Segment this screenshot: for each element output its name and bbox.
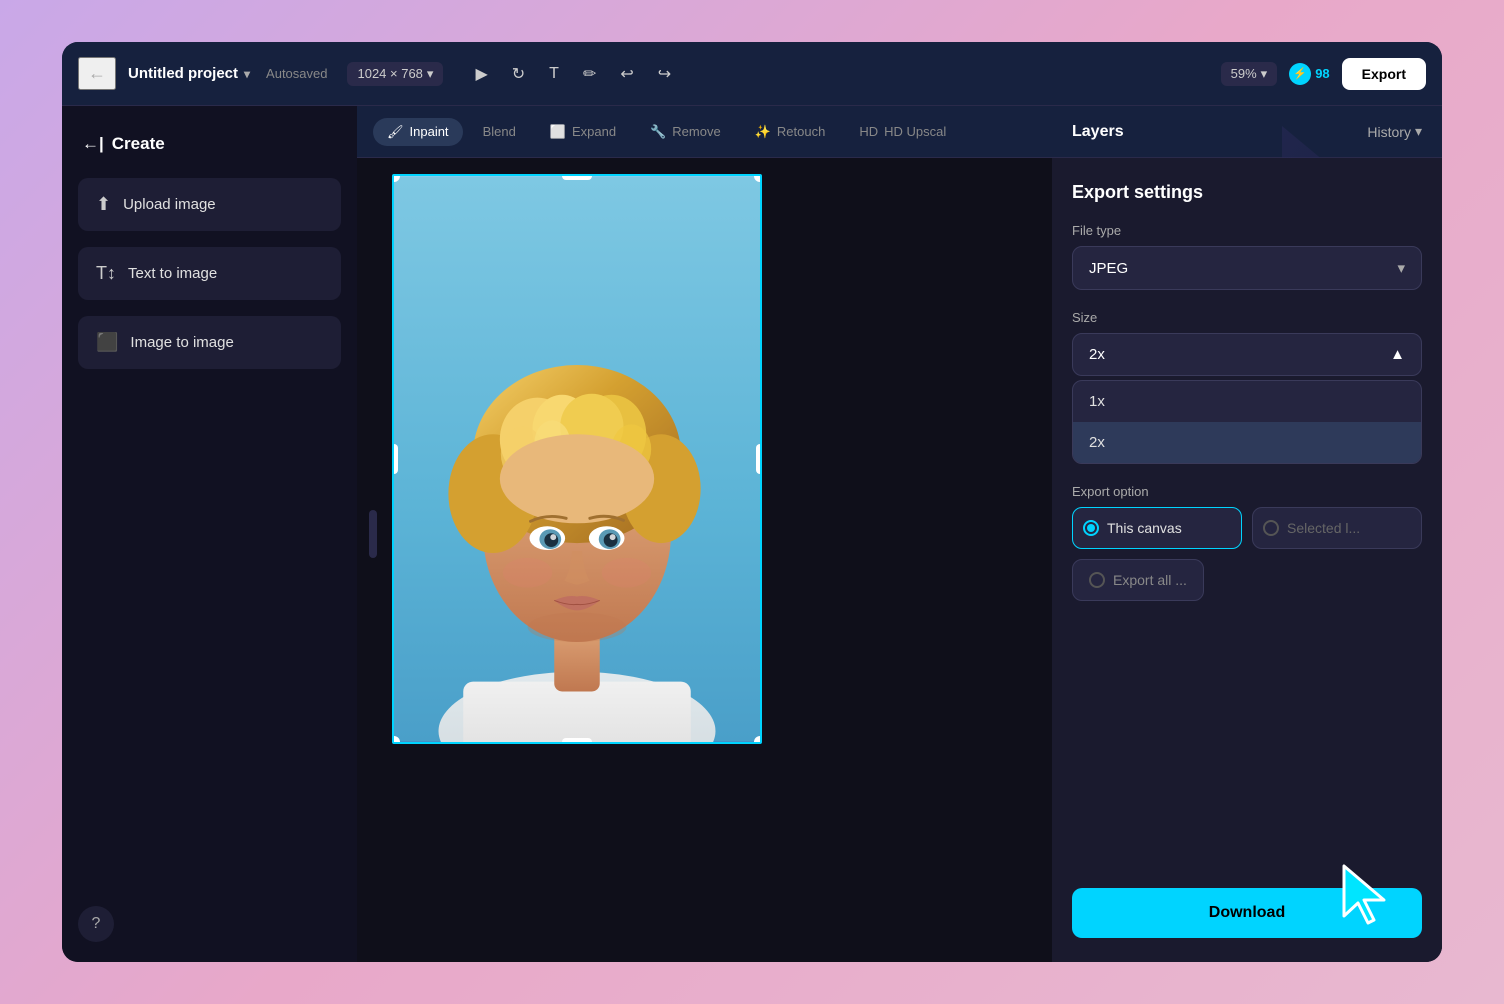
project-chevron-icon: ▾ bbox=[244, 67, 250, 81]
credits-display: ⚡ 98 bbox=[1289, 63, 1329, 85]
image-to-image-icon: ⬛ bbox=[96, 332, 118, 353]
size-label: Size bbox=[1072, 310, 1422, 325]
export-option-field: Export option This canvas Selected l... bbox=[1072, 484, 1422, 601]
dimensions-selector[interactable]: 1024 × 768 ▾ bbox=[347, 62, 443, 86]
this-canvas-radio bbox=[1083, 520, 1099, 536]
pen-tool-button[interactable]: ✏ bbox=[575, 58, 604, 90]
help-icon: ? bbox=[92, 915, 101, 933]
file-type-field: File type JPEG ▾ bbox=[1072, 223, 1422, 290]
download-button[interactable]: Download bbox=[1072, 888, 1422, 938]
toolbar-strip: 🖌 Inpaint Blend ⬜ Expand 🔧 Remove ✨ Reto… bbox=[357, 106, 1052, 158]
size-chevron-icon: ▲ bbox=[1390, 346, 1405, 363]
back-button[interactable]: ← bbox=[78, 57, 116, 90]
app-window: ← Untitled project ▾ Autosaved 1024 × 76… bbox=[62, 42, 1442, 962]
export-panel: Export settings File type JPEG ▾ Size 2x… bbox=[1052, 158, 1442, 962]
help-button[interactable]: ? bbox=[78, 906, 114, 942]
export-options-group: This canvas Selected l... bbox=[1072, 507, 1422, 549]
sidebar-title: ←| Create bbox=[78, 126, 341, 162]
handle-right-center[interactable] bbox=[756, 444, 762, 474]
tab-remove[interactable]: 🔧 Remove bbox=[636, 118, 735, 146]
size-option-2x[interactable]: 2x bbox=[1073, 422, 1421, 463]
portrait-svg bbox=[394, 176, 760, 742]
remove-icon: 🔧 bbox=[650, 124, 666, 140]
file-type-select[interactable]: JPEG ▾ bbox=[1072, 246, 1422, 290]
file-type-label: File type bbox=[1072, 223, 1422, 238]
this-canvas-option[interactable]: This canvas bbox=[1072, 507, 1242, 549]
credits-icon: ⚡ bbox=[1289, 63, 1311, 85]
export-option-label: Export option bbox=[1072, 484, 1422, 499]
rotate-tool-button[interactable]: ↻ bbox=[504, 58, 533, 90]
handle-top-center[interactable] bbox=[562, 174, 592, 180]
create-back-icon: ←| bbox=[82, 134, 104, 154]
tool-buttons: ▶ ↻ T ✏ ↩ ↪ bbox=[467, 58, 679, 90]
size-option-1x[interactable]: 1x bbox=[1073, 381, 1421, 422]
upload-icon: ⬆ bbox=[96, 194, 111, 215]
layers-title: Layers bbox=[1072, 123, 1124, 141]
expand-icon: ⬜ bbox=[550, 124, 566, 140]
export-button[interactable]: Export bbox=[1342, 58, 1426, 90]
inpaint-icon: 🖌 bbox=[387, 124, 404, 140]
header: ← Untitled project ▾ Autosaved 1024 × 76… bbox=[62, 42, 1442, 106]
dimensions-chevron-icon: ▾ bbox=[427, 66, 434, 82]
history-button[interactable]: History ▾ bbox=[1367, 123, 1422, 140]
tab-inpaint[interactable]: 🖌 Inpaint bbox=[373, 118, 463, 146]
retouch-icon: ✨ bbox=[755, 124, 771, 140]
tab-blend[interactable]: Blend bbox=[469, 118, 530, 145]
handle-bottom-center[interactable] bbox=[562, 738, 592, 744]
text-to-image-icon: T↕ bbox=[96, 263, 116, 284]
zoom-chevron-icon: ▾ bbox=[1261, 66, 1268, 82]
size-dropdown: 1x 2x bbox=[1072, 380, 1422, 464]
right-panel: Layers History ▾ Export settings File ty… bbox=[1052, 106, 1442, 962]
handle-left-center[interactable] bbox=[392, 444, 398, 474]
autosaved-status: Autosaved bbox=[266, 66, 327, 81]
canvas-handle-vertical[interactable] bbox=[369, 510, 377, 558]
tab-retouch[interactable]: ✨ Retouch bbox=[741, 118, 840, 146]
zoom-selector[interactable]: 59% ▾ bbox=[1221, 62, 1278, 86]
size-select[interactable]: 2x ▲ bbox=[1072, 333, 1422, 376]
tab-upscal[interactable]: HD HD Upscal bbox=[845, 118, 960, 145]
canvas-image-container[interactable] bbox=[392, 174, 762, 744]
project-name[interactable]: Untitled project ▾ bbox=[128, 65, 250, 82]
text-to-image-button[interactable]: T↕ Text to image bbox=[78, 247, 341, 300]
undo-button[interactable]: ↩ bbox=[612, 58, 641, 90]
tab-expand[interactable]: ⬜ Expand bbox=[536, 118, 630, 146]
right-panel-header: Layers History ▾ bbox=[1052, 106, 1442, 158]
canvas-area[interactable]: 🖌 Inpaint Blend ⬜ Expand 🔧 Remove ✨ Reto… bbox=[357, 106, 1052, 962]
text-tool-button[interactable]: T bbox=[541, 59, 567, 89]
selected-radio bbox=[1263, 520, 1279, 536]
sidebar: ←| Create ⬆ Upload image T↕ Text to imag… bbox=[62, 106, 357, 962]
export-all-option[interactable]: Export all ... bbox=[1072, 559, 1204, 601]
export-all-radio bbox=[1089, 572, 1105, 588]
image-to-image-button[interactable]: ⬛ Image to image bbox=[78, 316, 341, 369]
select-tool-button[interactable]: ▶ bbox=[467, 58, 495, 90]
canvas-image bbox=[394, 176, 760, 742]
upscal-hd-icon: HD bbox=[859, 124, 878, 139]
export-settings-title: Export settings bbox=[1072, 182, 1422, 203]
upload-image-button[interactable]: ⬆ Upload image bbox=[78, 178, 341, 231]
file-type-chevron-icon: ▾ bbox=[1397, 259, 1405, 277]
size-field: Size 2x ▲ 1x 2x bbox=[1072, 310, 1422, 464]
handle-bottom-right[interactable] bbox=[754, 736, 762, 744]
main-area: ←| Create ⬆ Upload image T↕ Text to imag… bbox=[62, 106, 1442, 962]
redo-button[interactable]: ↪ bbox=[650, 58, 679, 90]
history-chevron-icon: ▾ bbox=[1415, 123, 1422, 140]
selected-layers-option[interactable]: Selected l... bbox=[1252, 507, 1422, 549]
